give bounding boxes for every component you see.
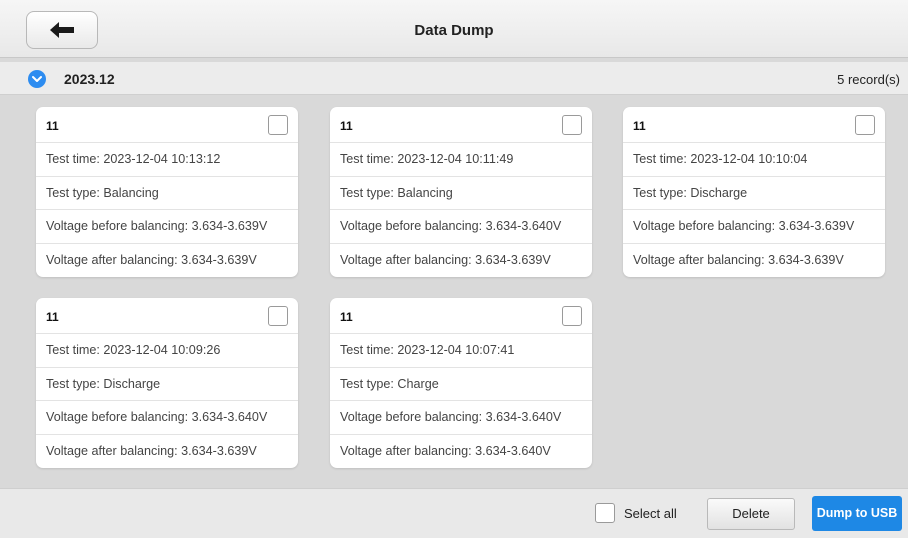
record-name: 11 — [46, 119, 59, 133]
test-time: Test time: 2023-12-04 10:13:12 — [36, 143, 298, 177]
test-type: Test type: Discharge — [623, 177, 885, 210]
record-card[interactable]: 11 Test time: 2023-12-04 10:10:04 Test t… — [623, 107, 885, 277]
test-time: Test time: 2023-12-04 10:11:49 — [330, 143, 592, 177]
delete-button[interactable]: Delete — [707, 498, 795, 530]
record-card[interactable]: 11 Test time: 2023-12-04 10:13:12 Test t… — [36, 107, 298, 277]
record-checkbox[interactable] — [562, 306, 582, 326]
record-checkbox[interactable] — [268, 306, 288, 326]
select-all-checkbox[interactable] — [595, 503, 615, 523]
voltage-before: Voltage before balancing: 3.634-3.640V — [330, 401, 592, 435]
group-header[interactable]: 2023.12 5 record(s) — [0, 62, 908, 95]
test-time: Test time: 2023-12-04 10:10:04 — [623, 143, 885, 177]
test-time: Test time: 2023-12-04 10:09:26 — [36, 334, 298, 368]
voltage-before: Voltage before balancing: 3.634-3.640V — [330, 210, 592, 244]
record-card[interactable]: 11 Test time: 2023-12-04 10:07:41 Test t… — [330, 298, 592, 468]
voltage-after: Voltage after balancing: 3.634-3.639V — [46, 252, 257, 267]
group-title: 2023.12 — [64, 71, 115, 87]
chevron-down-icon[interactable] — [28, 70, 46, 88]
voltage-after: Voltage after balancing: 3.634-3.640V — [340, 443, 551, 458]
record-checkbox[interactable] — [562, 115, 582, 135]
test-type: Test type: Balancing — [36, 177, 298, 210]
record-card[interactable]: 11 Test time: 2023-12-04 10:11:49 Test t… — [330, 107, 592, 277]
voltage-before: Voltage before balancing: 3.634-3.639V — [623, 210, 885, 244]
test-time: Test time: 2023-12-04 10:07:41 — [330, 334, 592, 368]
record-name: 11 — [340, 310, 353, 324]
test-type: Test type: Balancing — [330, 177, 592, 210]
header-bar: Data Dump — [0, 0, 908, 58]
voltage-before: Voltage before balancing: 3.634-3.640V — [36, 401, 298, 435]
voltage-after: Voltage after balancing: 3.634-3.639V — [340, 252, 551, 267]
footer-bar: Select all Delete Dump to USB — [0, 488, 908, 538]
record-card[interactable]: 11 Test time: 2023-12-04 10:09:26 Test t… — [36, 298, 298, 468]
record-name: 11 — [633, 119, 646, 133]
select-all-label[interactable]: Select all — [624, 506, 677, 521]
test-type: Test type: Discharge — [36, 368, 298, 401]
record-checkbox[interactable] — [268, 115, 288, 135]
record-count: 5 record(s) — [837, 72, 900, 87]
record-name: 11 — [340, 119, 353, 133]
dump-to-usb-button[interactable]: Dump to USB — [812, 496, 902, 531]
record-checkbox[interactable] — [855, 115, 875, 135]
page-title: Data Dump — [414, 22, 494, 39]
record-name: 11 — [46, 310, 59, 324]
voltage-after: Voltage after balancing: 3.634-3.639V — [46, 443, 257, 458]
test-type: Test type: Charge — [330, 368, 592, 401]
voltage-before: Voltage before balancing: 3.634-3.639V — [36, 210, 298, 244]
voltage-after: Voltage after balancing: 3.634-3.639V — [633, 252, 844, 267]
